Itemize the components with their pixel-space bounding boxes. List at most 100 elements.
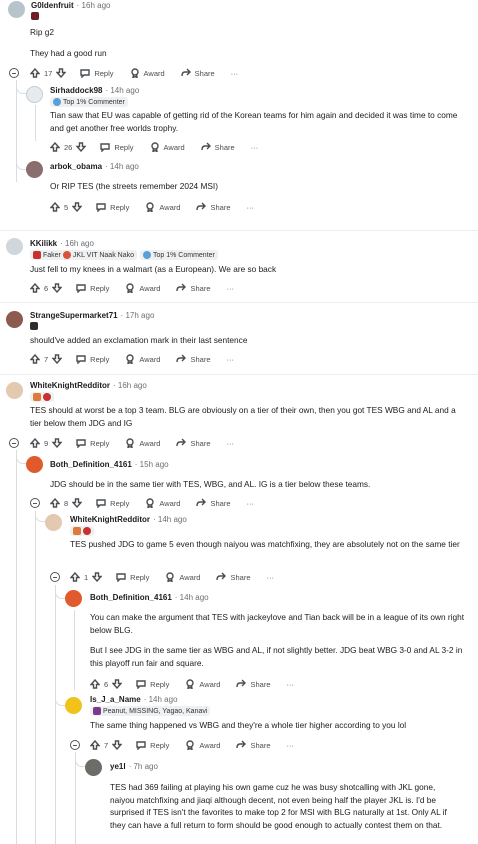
reply-button[interactable]: Reply bbox=[76, 354, 109, 364]
award-button[interactable]: Award bbox=[145, 202, 180, 212]
thread-line[interactable] bbox=[35, 105, 36, 141]
share-button[interactable]: Share bbox=[200, 142, 235, 152]
upvote-icon[interactable] bbox=[50, 142, 60, 152]
more-options-button[interactable]: ··· bbox=[287, 680, 295, 689]
downvote-icon[interactable] bbox=[112, 740, 123, 750]
share-icon bbox=[216, 572, 227, 581]
more-options-button[interactable]: ··· bbox=[247, 203, 255, 212]
comment-author[interactable]: G0ldenfruit · 16h ago bbox=[31, 1, 110, 10]
more-options-button[interactable]: ··· bbox=[231, 69, 239, 78]
downvote-icon[interactable] bbox=[76, 142, 87, 152]
comment-author[interactable]: Both_Definition_4161 · 14h ago bbox=[90, 593, 209, 602]
share-button[interactable]: Share bbox=[196, 498, 231, 508]
avatar[interactable] bbox=[45, 514, 62, 531]
downvote-icon[interactable] bbox=[52, 283, 63, 293]
award-button[interactable]: Award bbox=[125, 438, 160, 448]
thread-branch bbox=[55, 697, 65, 706]
comment-author[interactable]: WhiteKnightRedditor · 14h ago bbox=[70, 515, 187, 524]
avatar[interactable] bbox=[65, 697, 82, 714]
share-button[interactable]: Share bbox=[176, 438, 211, 448]
avatar[interactable] bbox=[8, 1, 25, 18]
collapse-thread-button[interactable] bbox=[30, 498, 40, 508]
thread-line[interactable] bbox=[75, 752, 76, 844]
avatar[interactable] bbox=[26, 456, 43, 473]
award-button[interactable]: Award bbox=[165, 572, 200, 582]
upvote-icon[interactable] bbox=[50, 202, 60, 212]
reply-button[interactable]: Reply bbox=[96, 498, 129, 508]
collapse-thread-button[interactable] bbox=[70, 740, 80, 750]
thread-line[interactable] bbox=[16, 450, 17, 844]
share-button[interactable]: Share bbox=[176, 354, 211, 364]
share-button[interactable]: Share bbox=[180, 68, 215, 78]
avatar[interactable] bbox=[6, 238, 23, 255]
thread-line[interactable] bbox=[74, 610, 75, 690]
award-button[interactable]: Award bbox=[125, 283, 160, 293]
avatar[interactable] bbox=[6, 382, 23, 399]
reply-button[interactable]: Reply bbox=[100, 142, 134, 152]
share-button[interactable]: Share bbox=[216, 572, 251, 582]
more-options-button[interactable]: ··· bbox=[251, 143, 259, 152]
upvote-icon[interactable] bbox=[30, 68, 40, 78]
reply-button[interactable]: Reply bbox=[76, 283, 109, 293]
comment-paragraph: TES had 369 failing at playing his own g… bbox=[110, 782, 447, 830]
share-button[interactable]: Share bbox=[196, 202, 231, 212]
reply-button[interactable]: Reply bbox=[96, 202, 129, 212]
more-options-button[interactable]: ··· bbox=[267, 573, 275, 582]
avatar[interactable] bbox=[85, 759, 102, 776]
comment-author[interactable]: Sirhaddock98 · 14h ago bbox=[50, 86, 139, 95]
share-button[interactable]: Share bbox=[176, 283, 211, 293]
downvote-icon[interactable] bbox=[52, 438, 63, 448]
downvote-icon[interactable] bbox=[72, 202, 83, 212]
upvote-icon[interactable] bbox=[90, 740, 100, 750]
collapse-thread-button[interactable] bbox=[50, 572, 60, 582]
avatar[interactable] bbox=[65, 590, 82, 607]
avatar[interactable] bbox=[26, 86, 43, 103]
award-button[interactable]: Award bbox=[125, 354, 160, 364]
more-options-button[interactable]: ··· bbox=[227, 284, 235, 293]
upvote-icon[interactable] bbox=[90, 679, 100, 689]
upvote-icon[interactable] bbox=[50, 498, 60, 508]
comment-author[interactable]: ye1l · 7h ago bbox=[110, 762, 158, 771]
comment-author[interactable]: WhiteKnightRedditor · 16h ago bbox=[30, 381, 147, 390]
comment-author[interactable]: Both_Definition_4161 · 15h ago bbox=[50, 460, 169, 469]
upvote-icon[interactable] bbox=[30, 438, 40, 448]
avatar[interactable] bbox=[6, 311, 23, 328]
thread-line[interactable] bbox=[55, 585, 56, 844]
reply-button[interactable]: Reply bbox=[116, 572, 149, 582]
collapse-thread-button[interactable] bbox=[9, 68, 19, 78]
award-button[interactable]: Award bbox=[130, 68, 165, 78]
thread-line[interactable] bbox=[35, 511, 36, 844]
downvote-icon[interactable] bbox=[72, 498, 83, 508]
comment-author[interactable]: KKilikk · 16h ago bbox=[30, 239, 94, 248]
reply-button[interactable]: Reply bbox=[76, 438, 109, 448]
award-button[interactable]: Award bbox=[185, 740, 220, 750]
more-options-button[interactable]: ··· bbox=[227, 355, 235, 364]
collapse-thread-button[interactable] bbox=[9, 438, 19, 448]
downvote-icon[interactable] bbox=[92, 572, 103, 582]
upvote-icon[interactable] bbox=[30, 283, 40, 293]
flair-icon bbox=[33, 393, 41, 401]
award-icon bbox=[146, 202, 155, 212]
award-button[interactable]: Award bbox=[185, 679, 220, 689]
downvote-icon[interactable] bbox=[112, 679, 123, 689]
comment-author[interactable]: StrangeSupermarket71 · 17h ago bbox=[30, 311, 154, 320]
reply-button[interactable]: Reply bbox=[136, 679, 169, 689]
reply-button[interactable]: Reply bbox=[136, 740, 169, 750]
share-button[interactable]: Share bbox=[236, 679, 271, 689]
more-options-button[interactable]: ··· bbox=[287, 741, 295, 750]
comment-author[interactable]: Is_J_a_Name · 14h ago bbox=[90, 695, 178, 704]
award-button[interactable]: Award bbox=[145, 498, 180, 508]
comment-author[interactable]: arbok_obama · 14h ago bbox=[50, 162, 139, 171]
share-button[interactable]: Share bbox=[236, 740, 271, 750]
more-options-button[interactable]: ··· bbox=[247, 499, 255, 508]
award-label: Award bbox=[159, 498, 181, 508]
upvote-icon[interactable] bbox=[30, 354, 40, 364]
more-options-button[interactable]: ··· bbox=[227, 439, 235, 448]
avatar[interactable] bbox=[26, 161, 43, 178]
reply-button[interactable]: Reply bbox=[80, 68, 114, 78]
share-icon bbox=[176, 438, 187, 447]
award-button[interactable]: Award bbox=[150, 142, 185, 152]
downvote-icon[interactable] bbox=[52, 354, 63, 364]
downvote-icon[interactable] bbox=[56, 68, 67, 78]
upvote-icon[interactable] bbox=[70, 572, 80, 582]
